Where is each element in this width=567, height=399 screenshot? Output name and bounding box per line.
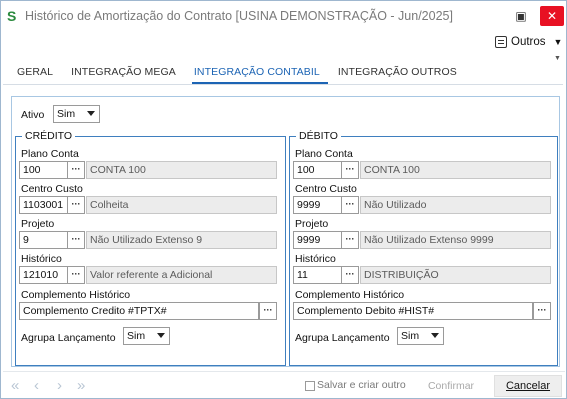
credito-plano-conta-code[interactable]: 100	[19, 161, 68, 179]
ativo-label: Ativo	[21, 109, 45, 121]
credito-projeto-label: Projeto	[21, 218, 55, 230]
chevron-down-icon: ▼	[553, 37, 563, 47]
credito-projeto-lookup-button[interactable]: ···	[68, 231, 85, 249]
debito-plano-conta-label: Plano Conta	[295, 148, 353, 160]
list-icon	[495, 36, 507, 48]
app-logo-icon: S	[7, 8, 17, 24]
debito-plano-conta-lookup-button[interactable]: ···	[342, 161, 359, 179]
credito-agrupa-select[interactable]: Sim	[123, 327, 170, 345]
debito-projeto-lookup-button[interactable]: ···	[342, 231, 359, 249]
tab-geral[interactable]: GERAL	[15, 64, 61, 84]
credito-title: CRÉDITO	[22, 130, 76, 142]
credito-historico-label: Histórico	[21, 253, 62, 265]
close-icon[interactable]: ✕	[540, 6, 564, 26]
last-record-icon[interactable]: »	[77, 377, 85, 394]
cancel-button-label: Cancelar	[505, 380, 551, 392]
credito-plano-conta-label: Plano Conta	[21, 148, 79, 160]
debito-complemento-input[interactable]: Complemento Debito #HIST#	[293, 302, 533, 320]
credito-historico-code[interactable]: 121010	[19, 266, 68, 284]
debito-centro-custo-lookup-button[interactable]: ···	[342, 196, 359, 214]
scroll-caret-icon[interactable]: ▼	[554, 55, 561, 62]
first-record-icon[interactable]: «	[11, 377, 19, 394]
debito-projeto-desc: Não Utilizado Extenso 9999	[360, 231, 551, 249]
tab-integracao-contabil[interactable]: INTEGRAÇÃO CONTABIL	[191, 64, 328, 84]
credito-projeto-code[interactable]: 9	[19, 231, 68, 249]
debito-complemento-lookup-button[interactable]: ···	[533, 302, 551, 320]
credito-agrupa-value: Sim	[127, 330, 146, 342]
credito-plano-conta-desc: CONTA 100	[86, 161, 277, 179]
credito-agrupa-label: Agrupa Lançamento	[21, 332, 116, 344]
debito-agrupa-value: Sim	[401, 330, 420, 342]
chevron-down-icon	[87, 111, 95, 116]
outros-menu-button[interactable]: Outros ▼	[495, 32, 562, 52]
debito-centro-custo-label: Centro Custo	[295, 183, 357, 195]
chevron-down-icon	[157, 333, 165, 338]
ativo-value: Sim	[57, 108, 76, 120]
credito-centro-custo-lookup-button[interactable]: ···	[68, 196, 85, 214]
debito-agrupa-label: Agrupa Lançamento	[295, 332, 390, 344]
debito-plano-conta-code[interactable]: 100	[293, 161, 342, 179]
credito-centro-custo-desc: Colheita	[86, 196, 277, 214]
credito-complemento-lookup-button[interactable]: ···	[259, 302, 277, 320]
dialog-window: S Histórico de Amortização do Contrato […	[0, 0, 567, 399]
debito-historico-label: Histórico	[295, 253, 336, 265]
tab-integracao-outros[interactable]: INTEGRAÇÃO OUTROS	[336, 64, 465, 84]
maximize-icon[interactable]: ▣	[510, 6, 532, 26]
debito-centro-custo-desc: Não Utilizado	[360, 196, 551, 214]
next-record-icon[interactable]: ›	[57, 377, 62, 394]
debito-historico-code[interactable]: 11	[293, 266, 342, 284]
credito-historico-desc: Valor referente a Adicional	[86, 266, 277, 284]
salvar-criar-outro-label: Salvar e criar outro	[317, 379, 406, 391]
previous-record-icon[interactable]: ‹	[34, 377, 39, 394]
title-bar: S Histórico de Amortização do Contrato […	[1, 1, 566, 31]
credito-complemento-input[interactable]: Complemento Credito #TPTX#	[19, 302, 259, 320]
confirm-button[interactable]: Confirmar	[418, 376, 484, 396]
tab-divider	[3, 84, 563, 85]
outros-label: Outros	[511, 36, 546, 48]
debito-projeto-label: Projeto	[295, 218, 329, 230]
debito-agrupa-select[interactable]: Sim	[397, 327, 444, 345]
debito-historico-lookup-button[interactable]: ···	[342, 266, 359, 284]
credito-historico-lookup-button[interactable]: ···	[68, 266, 85, 284]
debito-title: DÉBITO	[296, 130, 341, 142]
ativo-select[interactable]: Sim	[53, 105, 100, 123]
window-title: Histórico de Amortização do Contrato [US…	[25, 9, 453, 23]
salvar-criar-outro-checkbox[interactable]	[305, 381, 315, 391]
footer-divider	[3, 371, 565, 372]
cancel-button[interactable]: Cancelar	[494, 375, 562, 397]
debito-complemento-label: Complemento Histórico	[295, 289, 405, 301]
credito-centro-custo-label: Centro Custo	[21, 183, 83, 195]
credito-complemento-label: Complemento Histórico	[21, 289, 131, 301]
debito-plano-conta-desc: CONTA 100	[360, 161, 551, 179]
chevron-down-icon	[431, 333, 439, 338]
credito-projeto-desc: Não Utilizado Extenso 9	[86, 231, 277, 249]
debito-historico-desc: DISTRIBUIÇÃO	[360, 266, 551, 284]
debito-centro-custo-code[interactable]: 9999	[293, 196, 342, 214]
credito-centro-custo-code[interactable]: 1103001	[19, 196, 68, 214]
tab-bar: GERAL INTEGRAÇÃO MEGA INTEGRAÇÃO CONTABI…	[15, 64, 473, 84]
debito-projeto-code[interactable]: 9999	[293, 231, 342, 249]
credito-plano-conta-lookup-button[interactable]: ···	[68, 161, 85, 179]
tab-integracao-mega[interactable]: INTEGRAÇÃO MEGA	[69, 64, 184, 84]
